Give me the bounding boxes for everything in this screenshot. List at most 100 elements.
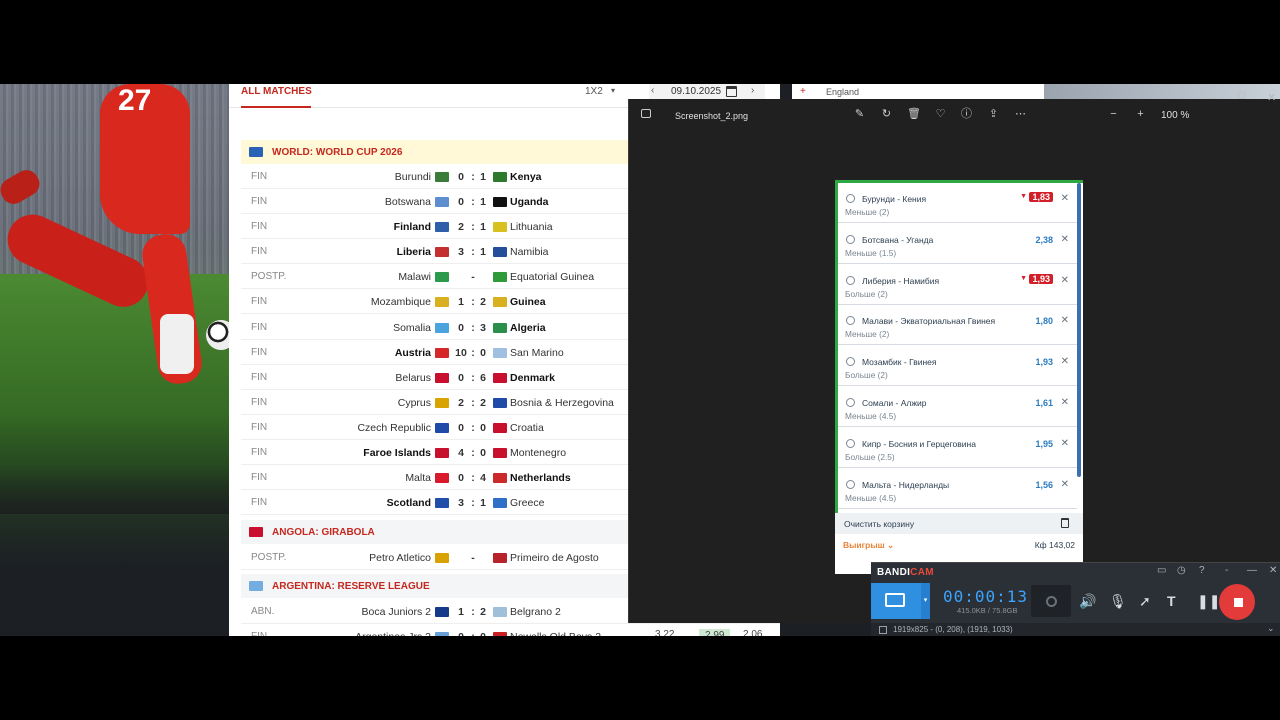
trash-icon <box>1061 518 1069 528</box>
screen-mode-button[interactable] <box>871 583 921 619</box>
zoom-level[interactable]: 100 % <box>1161 110 1189 121</box>
minimize-icon[interactable]: — <box>1207 93 1217 104</box>
away-flag-icon <box>493 323 507 333</box>
remove-bet-icon: ✕ <box>1060 397 1069 408</box>
home-score: 0 <box>451 631 471 636</box>
close-icon[interactable]: ✕ <box>1267 91 1276 104</box>
mode-dropdown-icon[interactable]: ▾ <box>921 583 930 619</box>
hero-image: 27 <box>0 84 232 636</box>
bet-odd: 2,38 <box>1035 234 1053 245</box>
chevron-down-icon[interactable]: ⌄ <box>1267 623 1275 634</box>
away-flag-icon <box>493 448 507 458</box>
odds-cell[interactable]: 2.99 <box>699 629 731 636</box>
chevron-right-icon[interactable]: › <box>751 85 754 96</box>
help-icon[interactable]: ? <box>1199 565 1205 576</box>
away-team: Belgrano 2 <box>510 606 561 618</box>
clock-icon[interactable]: ◷ <box>1177 565 1186 576</box>
share-icon[interactable]: ⇪ <box>987 108 1000 121</box>
tab-all-matches[interactable]: ALL MATCHES <box>241 86 312 97</box>
minimize-icon[interactable]: — <box>1247 565 1257 576</box>
match-status: FIN <box>251 447 268 458</box>
odds-cell[interactable]: 2.06 <box>743 629 762 636</box>
home-score: 2 <box>458 397 464 409</box>
bet-teams: Мозамбик - Гвинея <box>862 357 937 368</box>
match-status: FIN <box>251 631 267 636</box>
league-name: ARGENTINA: RESERVE LEAGUE <box>272 581 430 592</box>
maximize-icon[interactable]: ☐ <box>1237 91 1246 102</box>
coupon-bet: Мозамбик - Гвинея Больше (2) 1,93 ✕ <box>838 346 1077 387</box>
close-icon[interactable]: ✕ <box>1269 565 1277 576</box>
home-flag-icon <box>435 222 449 232</box>
delete-icon[interactable]: 🗑 <box>907 108 921 121</box>
away-flag-icon <box>493 222 507 232</box>
away-flag-icon <box>493 473 507 483</box>
screen-select-icon <box>885 593 905 607</box>
away-score: 2 <box>480 397 486 409</box>
away-score: 2 <box>480 296 486 308</box>
home-flag-icon <box>435 498 449 508</box>
remove-bet-icon: ✕ <box>1060 193 1069 204</box>
coupon-bet: Ботсвана - Уганда Меньше (1.5) 2,38 ✕ <box>838 224 1077 264</box>
bet-odd: 1,80 <box>1035 316 1053 327</box>
text-icon[interactable]: T <box>1167 593 1176 609</box>
speaker-icon[interactable]: 🔊 <box>1079 593 1096 610</box>
match-status: FIN <box>251 497 268 508</box>
remove-bet-icon: ✕ <box>1060 356 1069 368</box>
edit-icon[interactable]: ✎ <box>853 108 866 121</box>
home-score: 3 <box>458 246 464 258</box>
home-score: 0 <box>458 196 464 208</box>
away-team: Montenegro <box>510 447 567 459</box>
microphone-icon[interactable]: 🎙 <box>1109 593 1127 610</box>
calendar-icon[interactable] <box>726 86 737 97</box>
away-flag-icon <box>493 247 507 257</box>
away-score: 1 <box>480 196 486 208</box>
away-team: Guinea <box>510 296 546 308</box>
rotate-icon[interactable]: ↻ <box>880 108 893 121</box>
league-flag-icon <box>249 581 263 591</box>
region-checkbox[interactable] <box>879 626 887 634</box>
football-icon <box>846 316 855 326</box>
home-flag-icon <box>435 323 449 333</box>
score-separator: - <box>471 552 475 564</box>
away-team: Newells Old Boys 2 <box>510 631 601 636</box>
home-team: Argentinos Jrs 2 <box>355 631 431 636</box>
info-icon[interactable]: ⓘ <box>960 108 973 121</box>
viewer-toolbar: Screenshot_2.png ✎ ↻ 🗑 ♡ ⓘ ⇪ ⋯ − + 100 %… <box>629 91 1280 131</box>
capture-region: 1919x825 - (0, 208), (1919, 1033) <box>893 625 1013 634</box>
zoom-out-icon[interactable]: − <box>1107 108 1120 121</box>
bet-market: Больше (2) <box>845 370 888 381</box>
home-team: Petro Atletico <box>369 552 431 564</box>
coupon-bet: Малави - Экваториальная Гвинея Меньше (2)… <box>838 305 1077 346</box>
folder-icon[interactable]: ▭ <box>1157 565 1166 576</box>
more-icon[interactable]: ⋯ <box>1014 108 1027 121</box>
away-team: Algeria <box>510 322 546 334</box>
clear-basket-label: Очистить корзину <box>844 519 915 529</box>
away-team: Croatia <box>510 422 544 434</box>
collapse-icon[interactable]: - <box>1225 565 1228 576</box>
away-score: 4 <box>480 472 486 484</box>
odds-cell[interactable]: 3.22 <box>655 629 674 636</box>
chevron-left-icon[interactable]: ‹ <box>651 85 654 96</box>
league-flag-icon <box>249 147 263 157</box>
favorite-icon[interactable]: ♡ <box>934 108 947 121</box>
home-score: 0 <box>458 422 464 434</box>
pause-icon[interactable]: ❚❚ <box>1197 593 1220 610</box>
plus-icon: + <box>800 86 806 97</box>
home-flag-icon <box>435 448 449 458</box>
date-value[interactable]: 09.10.2025 <box>671 86 721 97</box>
match-status: FIN <box>251 472 268 483</box>
odds-type-select[interactable]: 1X2 <box>585 86 603 97</box>
bet-teams: Мальта - Нидерланды <box>862 479 950 490</box>
away-score: 1 <box>480 221 486 233</box>
cursor-icon[interactable]: ➚ <box>1139 593 1151 610</box>
zoom-in-icon[interactable]: + <box>1134 108 1147 121</box>
recording-size: 415.0KB / 75.8GB <box>957 606 1018 615</box>
home-flag-icon <box>435 197 449 207</box>
home-team: Cyprus <box>397 397 431 409</box>
recording-timer: 00:00:13 <box>943 587 1029 606</box>
caret-down-icon[interactable]: ▾ <box>611 86 615 95</box>
match-row[interactable]: FINArgentinos Jrs 20:0Newells Old Boys 2… <box>241 624 780 636</box>
image-icon <box>641 109 651 118</box>
home-team: Malawi <box>398 271 431 283</box>
odds-down-icon: ▼ <box>1020 193 1027 200</box>
